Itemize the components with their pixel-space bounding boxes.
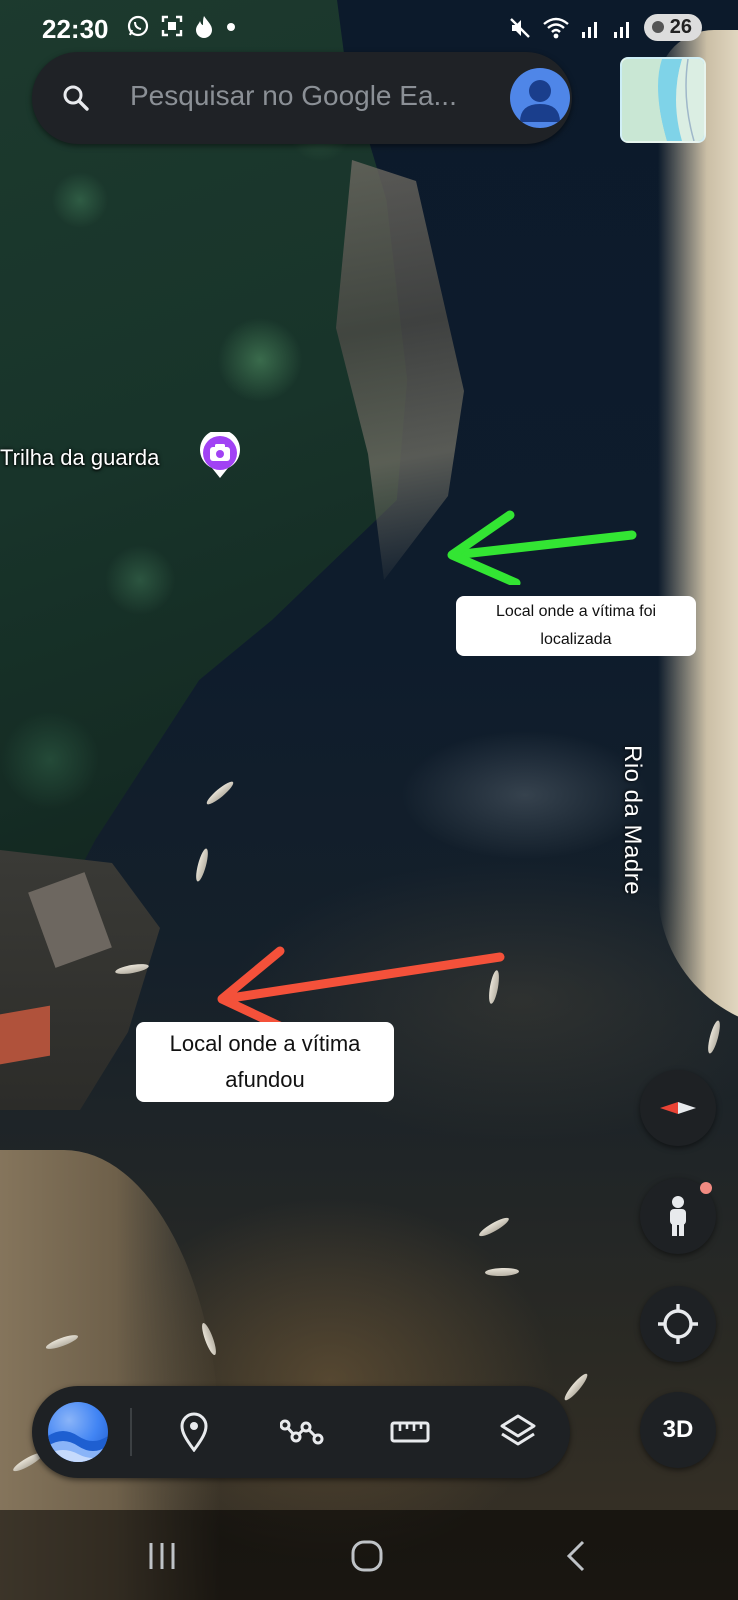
home-button[interactable] <box>345 1534 389 1578</box>
compass-button[interactable] <box>640 1070 716 1146</box>
compass-icon <box>660 1102 696 1114</box>
dot-icon <box>227 23 235 31</box>
home-icon <box>351 1540 383 1572</box>
recent-apps-icon <box>149 1543 175 1569</box>
pegman-icon <box>670 1196 686 1236</box>
map-thumbnail-image <box>622 59 704 141</box>
bottom-toolbar <box>32 1386 570 1478</box>
callout-victim-sank: Local onde a vítima afundou <box>136 1022 394 1102</box>
ruler-icon <box>390 1421 430 1443</box>
earth-waves <box>48 1431 108 1462</box>
signal-icon <box>581 21 597 38</box>
beach-right <box>658 30 738 1030</box>
place-label-trilha[interactable]: Trilha da guarda <box>0 445 159 471</box>
red-arrow <box>217 946 505 1035</box>
measure-button[interactable] <box>388 1410 432 1454</box>
river-label: Rio da Madre <box>619 745 646 896</box>
screenshot-icon <box>161 15 183 37</box>
add-placemark-button[interactable] <box>172 1410 216 1454</box>
layers-button[interactable] <box>496 1410 540 1454</box>
notification-dot <box>700 1182 712 1194</box>
my-location-button[interactable] <box>640 1286 716 1362</box>
signal-icon <box>613 21 629 38</box>
pin-icon <box>180 1412 208 1452</box>
layers-icon <box>500 1414 536 1446</box>
search-input[interactable]: Pesquisar no Google Ea... <box>130 80 490 112</box>
search-icon[interactable] <box>60 82 92 114</box>
system-nav-bar <box>0 1510 738 1600</box>
location-crosshair-icon <box>658 1304 698 1344</box>
battery-indicator: 26 <box>643 14 702 41</box>
status-time: 22:30 <box>42 14 109 44</box>
satellite-map[interactable]: Trilha da guarda Rio da Madre Local onde… <box>0 0 738 1600</box>
whatsapp-icon <box>127 15 149 37</box>
3d-toggle-button[interactable]: 3D <box>640 1392 716 1468</box>
status-left-icons <box>126 14 238 38</box>
account-icon <box>520 80 560 122</box>
google-earth-logo-icon[interactable] <box>48 1402 108 1462</box>
status-right-icons: 26 <box>508 14 702 41</box>
flame-icon <box>196 16 212 38</box>
green-arrow <box>447 510 637 585</box>
toolbar-divider <box>130 1408 132 1456</box>
recent-apps-button[interactable] <box>140 1534 184 1578</box>
wifi-icon <box>542 17 569 38</box>
back-icon <box>566 1540 585 1572</box>
back-button[interactable] <box>554 1534 598 1578</box>
red-roof <box>0 1005 50 1065</box>
photo-pin-icon[interactable] <box>198 432 242 480</box>
avatar[interactable] <box>510 68 570 128</box>
map-style-thumbnail[interactable] <box>620 57 706 143</box>
status-bar: 22:30 26 <box>0 0 738 60</box>
search-bar[interactable]: Pesquisar no Google Ea... <box>32 52 572 144</box>
path-icon <box>280 1419 324 1445</box>
callout-victim-found: Local onde a vítima foi localizada <box>456 596 696 656</box>
draw-path-button[interactable] <box>280 1410 324 1454</box>
wave-foam <box>400 730 650 860</box>
mute-icon <box>509 17 530 38</box>
